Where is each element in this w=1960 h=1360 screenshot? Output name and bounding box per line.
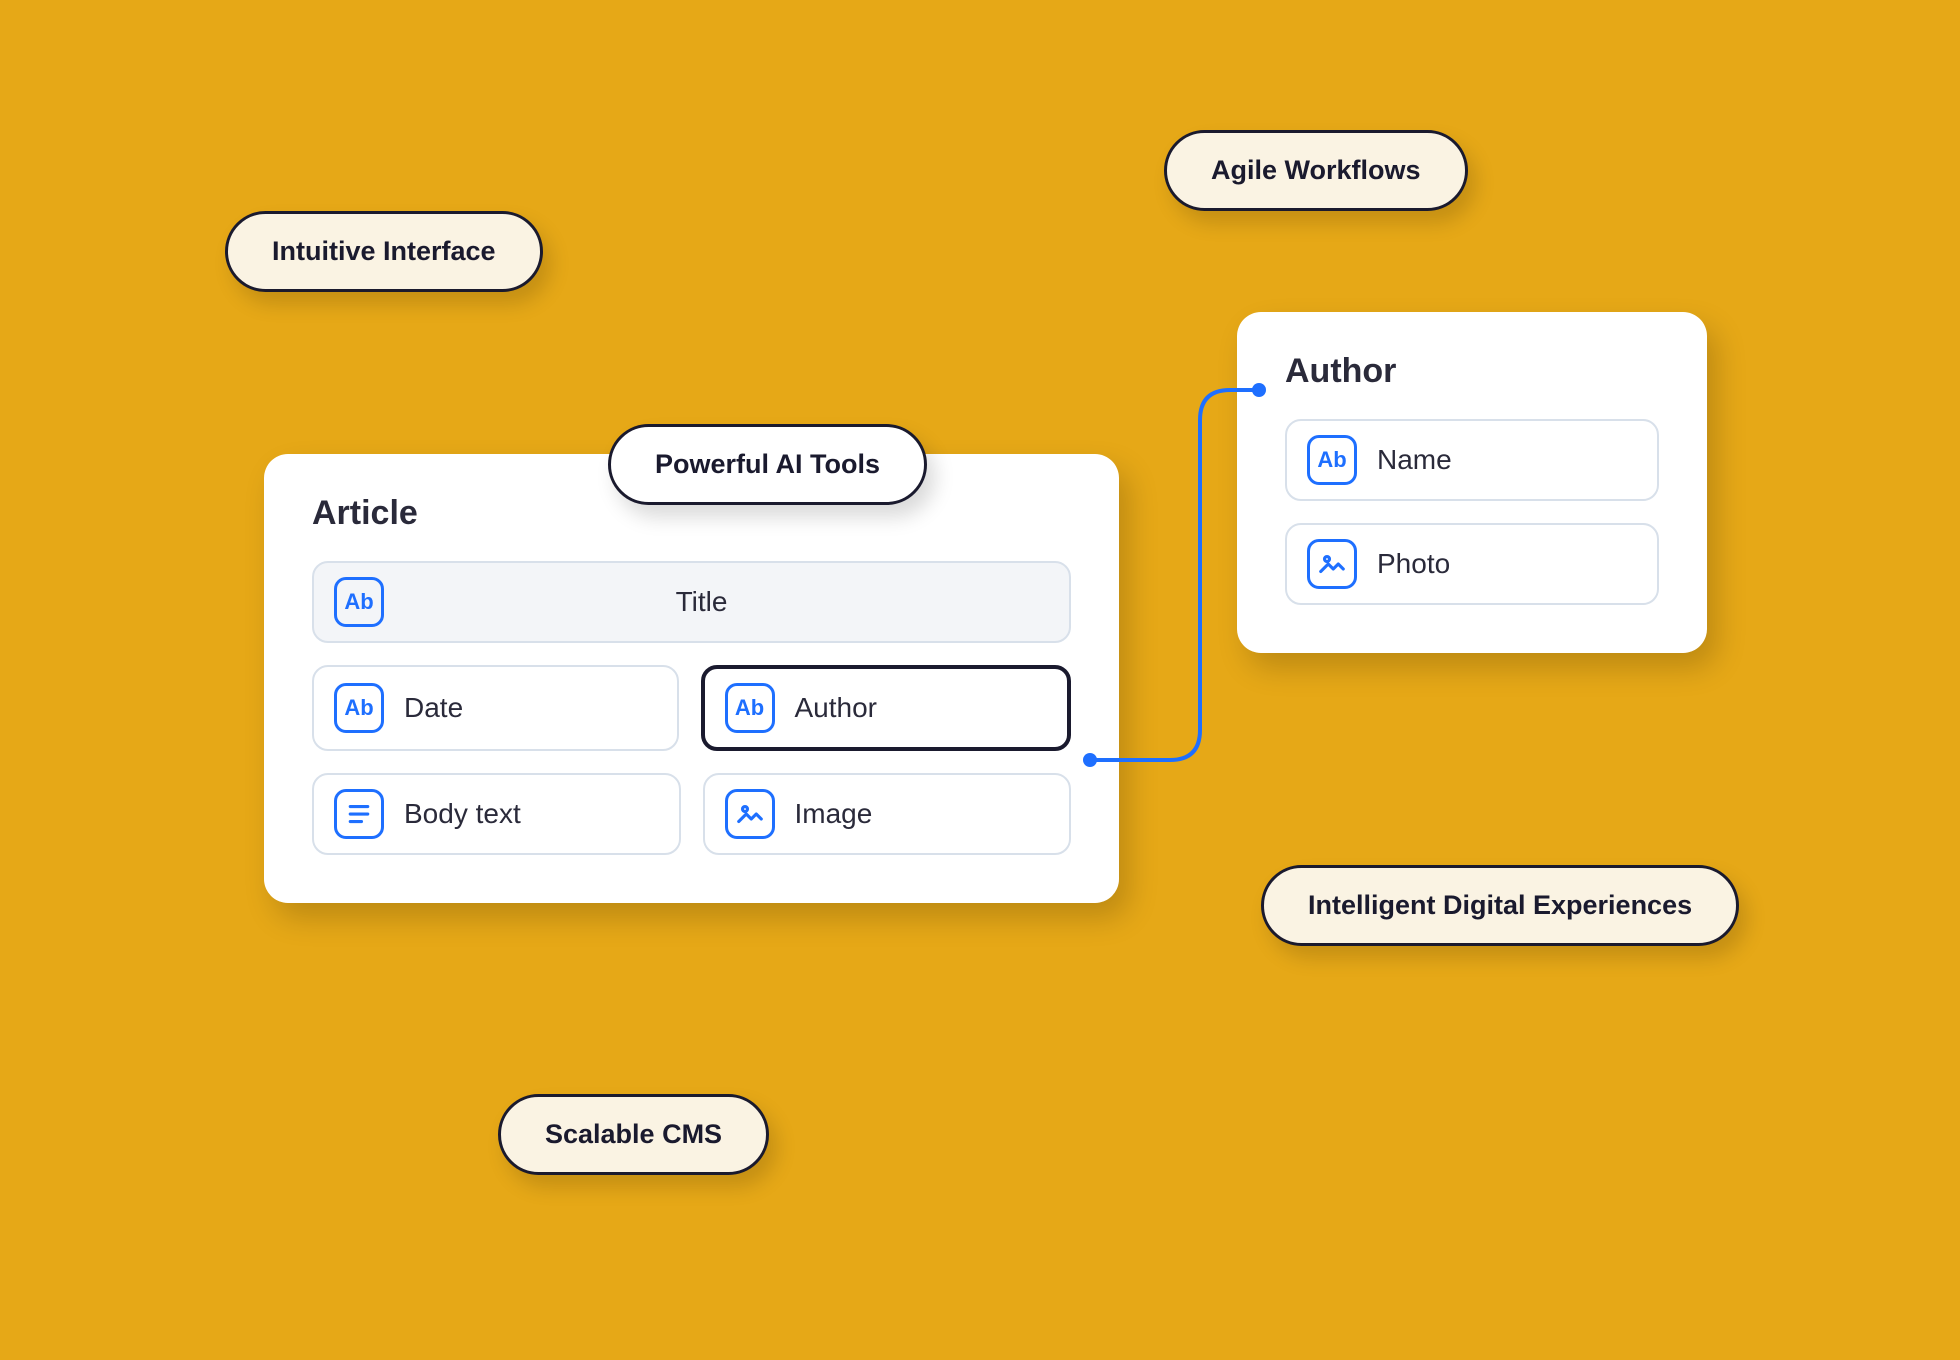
text-icon: Ab	[334, 683, 384, 733]
field-image[interactable]: Image	[703, 773, 1072, 855]
connector-dot-end	[1252, 383, 1266, 397]
pill-powerful-ai-tools: Powerful AI Tools	[608, 424, 927, 505]
author-card: Author Ab Name Photo	[1237, 312, 1707, 653]
pill-label: Intelligent Digital Experiences	[1308, 890, 1692, 920]
document-icon	[334, 789, 384, 839]
pill-intelligent-digital-experiences: Intelligent Digital Experiences	[1261, 865, 1739, 946]
field-label: Date	[404, 692, 463, 724]
field-label: Image	[795, 798, 873, 830]
pill-label: Scalable CMS	[545, 1119, 722, 1149]
pill-label: Powerful AI Tools	[655, 449, 880, 479]
field-author[interactable]: Ab Author	[701, 665, 1072, 751]
pill-label: Agile Workflows	[1211, 155, 1421, 185]
field-label: Name	[1377, 444, 1452, 476]
pill-agile-workflows: Agile Workflows	[1164, 130, 1468, 211]
article-card: Article Ab Title Ab Date Ab Author	[264, 454, 1119, 903]
field-date[interactable]: Ab Date	[312, 665, 679, 751]
author-card-title: Author	[1285, 352, 1659, 391]
text-icon: Ab	[725, 683, 775, 733]
connector-dot-start	[1083, 753, 1097, 767]
field-label: Body text	[404, 798, 521, 830]
field-title[interactable]: Ab Title	[312, 561, 1071, 643]
image-icon	[725, 789, 775, 839]
field-photo[interactable]: Photo	[1285, 523, 1659, 605]
image-icon	[1307, 539, 1357, 589]
field-body-text[interactable]: Body text	[312, 773, 681, 855]
field-label: Author	[795, 692, 878, 724]
field-name[interactable]: Ab Name	[1285, 419, 1659, 501]
pill-intuitive-interface: Intuitive Interface	[225, 211, 543, 292]
field-label: Photo	[1377, 548, 1450, 580]
pill-label: Intuitive Interface	[272, 236, 496, 266]
pill-scalable-cms: Scalable CMS	[498, 1094, 769, 1175]
text-icon: Ab	[1307, 435, 1357, 485]
field-label: Title	[354, 586, 1049, 618]
